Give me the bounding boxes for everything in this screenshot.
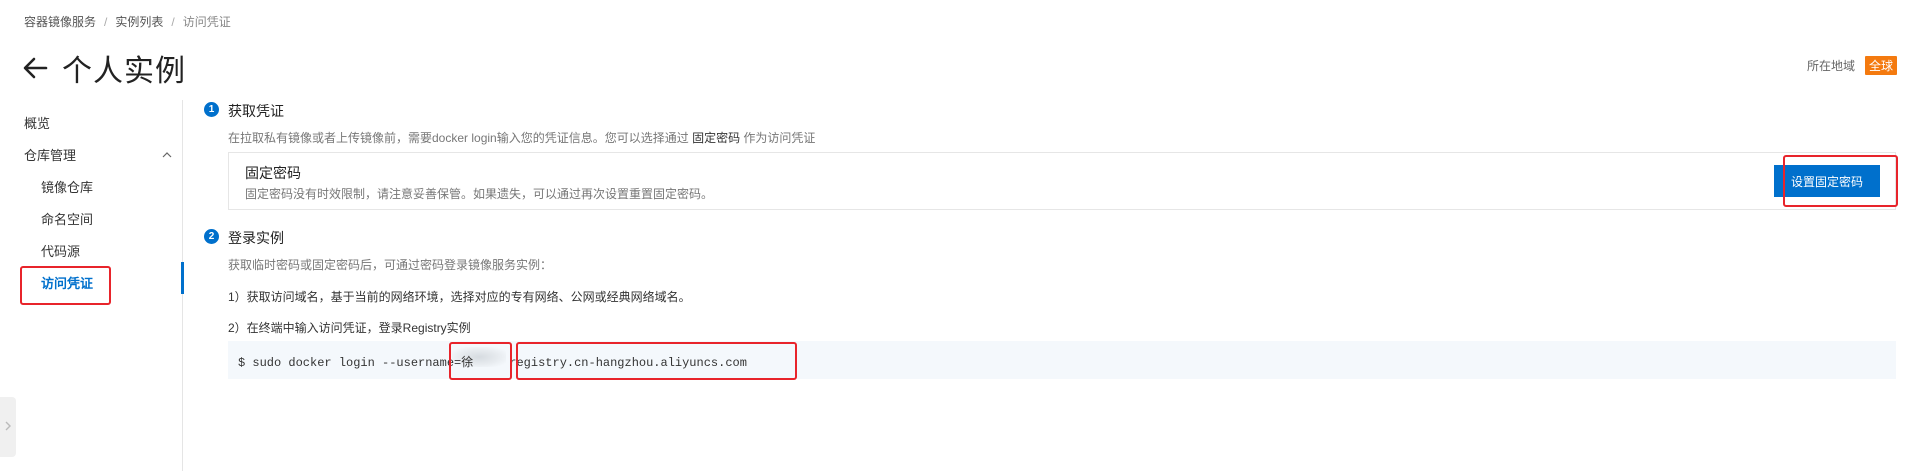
sidebar-item-overview[interactable]: 概览 — [24, 113, 50, 132]
back-arrow-icon[interactable] — [22, 57, 48, 79]
page-header: 个人实例 — [22, 46, 186, 90]
page-title: 个人实例 — [62, 54, 186, 89]
sidebar-expand-handle[interactable] — [0, 397, 16, 457]
sidebar-item-repo-management[interactable]: 仓库管理 — [24, 145, 76, 164]
highlight-box-button — [1783, 155, 1898, 207]
step1-desc-suffix: 作为访问凭证 — [743, 131, 816, 145]
step-title-get-credential: 获取凭证 — [228, 103, 284, 119]
command-prefix: $ sudo docker login --username= — [238, 356, 462, 370]
breadcrumb-item-current: 访问凭证 — [182, 15, 231, 29]
sidebar-item-code-source[interactable]: 代码源 — [41, 241, 80, 260]
step1-desc-highlight: 固定密码 — [692, 131, 741, 145]
breadcrumb-separator: / — [104, 14, 108, 29]
step1-desc-prefix: 在拉取私有镜像或者上传镜像前，需要docker login输入您的凭证信息。您可… — [228, 131, 689, 145]
step2-description: 获取临时密码或固定密码后，可通过密码登录镜像服务实例： — [228, 258, 553, 272]
step1-description: 在拉取私有镜像或者上传镜像前，需要docker login输入您的凭证信息。您可… — [228, 129, 815, 146]
region-badge[interactable]: 全球 — [1864, 56, 1897, 75]
breadcrumb: 容器镜像服务 / 实例列表 / 访问凭证 — [24, 13, 231, 30]
sidebar-item-image-repo[interactable]: 镜像仓库 — [41, 177, 93, 196]
highlight-box-sidebar — [20, 266, 111, 305]
breadcrumb-item-service[interactable]: 容器镜像服务 — [24, 13, 96, 30]
sidebar-active-indicator — [181, 262, 184, 294]
region-selector[interactable]: 所在地域 全球 — [1807, 56, 1897, 75]
highlight-box-username — [449, 342, 512, 380]
breadcrumb-separator: / — [171, 14, 175, 29]
breadcrumb-item-instance-list[interactable]: 实例列表 — [115, 13, 163, 30]
sidebar-item-namespace[interactable]: 命名空间 — [41, 209, 93, 228]
step2-line-get-domain: 1）获取访问域名，基于当前的网络环境，选择对应的专有网络、公网或经典网络域名。 — [228, 290, 691, 304]
region-label: 所在地域 — [1806, 59, 1855, 73]
step-number-2: 2 — [204, 229, 219, 244]
fixed-password-description: 固定密码没有时效限制，请注意妥善保管。如果遗失，可以通过再次设置重置固定密码。 — [245, 187, 714, 201]
fixed-password-title: 固定密码 — [245, 165, 301, 181]
highlight-box-registry — [516, 342, 797, 380]
chevron-right-icon — [4, 420, 12, 435]
step-title-login-instance: 登录实例 — [228, 230, 284, 246]
chevron-up-icon[interactable] — [162, 146, 172, 164]
step2-line-enter-credential: 2）在终端中输入访问凭证，登录Registry实例 — [228, 321, 471, 335]
fixed-password-card: 固定密码 固定密码没有时效限制，请注意妥善保管。如果遗失，可以通过再次设置重置固… — [228, 152, 1896, 210]
step-number-1: 1 — [204, 102, 219, 117]
